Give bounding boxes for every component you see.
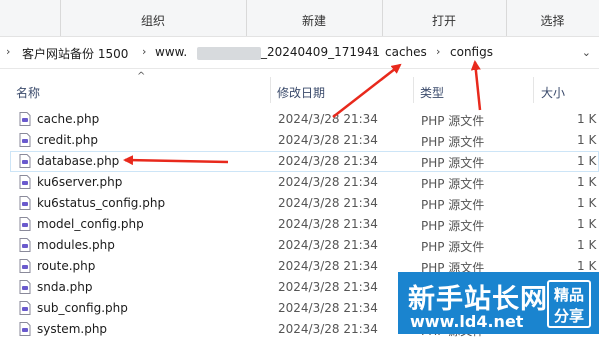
file-date: 2024/3/28 21:34 [278,217,378,231]
column-divider[interactable] [533,77,534,103]
file-date: 2024/3/28 21:34 [278,238,378,252]
column-header: ^ 名称 修改日期 类型 大小 [0,71,599,105]
php-file-icon [19,112,31,126]
breadcrumb-site-suffix[interactable]: _20240409_171941 [261,45,380,59]
table-row[interactable]: database.php 2024/3/28 21:34 PHP 源文件 1 K [10,151,599,172]
table-row[interactable]: credit.php 2024/3/28 21:34 PHP 源文件 1 K [10,130,599,151]
file-type: PHP 源文件 [421,219,485,233]
ribbon-label-new: 新建 [301,14,326,28]
file-name: modules.php [37,238,115,252]
watermark-badge-bottom: 分享 [553,307,584,325]
table-row[interactable]: ku6status_config.php 2024/3/28 21:34 PHP 源… [10,193,599,214]
address-bar[interactable]: › 客户网站备份 1500 › www. _20240409_171941 › … [0,37,599,69]
php-file-icon [19,301,31,315]
file-size: 1 K [577,133,597,147]
watermark-badge-top: 精品 [553,286,584,304]
breadcrumb-configs[interactable]: configs [450,45,493,59]
file-date: 2024/3/28 21:34 [278,259,378,273]
php-file-icon [19,154,31,168]
file-date: 2024/3/28 21:34 [278,112,378,126]
php-file-icon [19,217,31,231]
file-type: PHP 源文件 [421,198,485,212]
table-row[interactable]: ku6server.php 2024/3/28 21:34 PHP 源文件 1 K [10,172,599,193]
chevron-down-icon[interactable]: ⌄ [582,46,591,59]
table-row[interactable]: cache.php 2024/3/28 21:34 PHP 源文件 1 K [10,109,599,130]
file-size: 1 K [577,238,597,252]
file-name: cache.php [37,112,100,126]
breadcrumb-backup[interactable]: 客户网站备份 1500 [22,45,128,62]
file-type: PHP 源文件 [421,177,485,191]
file-size: 1 K [577,259,597,273]
file-date: 2024/3/28 21:34 [278,196,378,210]
table-row[interactable]: modules.php 2024/3/28 21:34 PHP 源文件 1 K [10,235,599,256]
file-name: ku6server.php [37,175,123,189]
chevron-right-icon[interactable]: › [6,45,10,58]
php-file-icon [19,259,31,273]
file-name: snda.php [37,280,93,294]
column-size[interactable]: 大小 [541,84,565,101]
ribbon-group-organize[interactable]: 组织 [60,0,247,36]
file-type: PHP 源文件 [421,135,485,149]
file-name: credit.php [37,133,98,147]
file-date: 2024/3/28 21:34 [278,133,378,147]
ribbon-label-organize: 组织 [140,14,165,28]
watermark-logo: 新手站长网 www.ld4.net 精品 分享 [398,272,599,334]
file-name: route.php [37,259,96,273]
file-type: PHP 源文件 [421,240,485,254]
file-name: database.php [37,154,120,168]
file-date: 2024/3/28 21:34 [278,301,378,315]
column-divider[interactable] [270,77,271,103]
column-date[interactable]: 修改日期 [277,84,325,101]
breadcrumb-caches[interactable]: caches [385,45,427,59]
column-type[interactable]: 类型 [420,84,444,101]
ribbon-label-select: 选择 [540,14,565,28]
chevron-right-icon[interactable]: › [372,45,376,58]
ribbon-label-open: 打开 [431,14,456,28]
ribbon-group-new[interactable]: 新建 [246,0,383,36]
file-size: 1 K [577,112,597,126]
file-size: 1 K [577,154,597,168]
file-date: 2024/3/28 21:34 [278,280,378,294]
file-size: 1 K [577,196,597,210]
file-name: model_config.php [37,217,144,231]
watermark-title: 新手站长网 [408,284,548,315]
file-size: 1 K [577,175,597,189]
file-date: 2024/3/28 21:34 [278,154,378,168]
breadcrumb-site-prefix[interactable]: www. [155,45,187,59]
table-row[interactable]: model_config.php 2024/3/28 21:34 PHP 源文件 1 … [10,214,599,235]
watermark-badge: 精品 分享 [547,280,591,328]
php-file-icon [19,133,31,147]
chevron-right-icon[interactable]: › [436,45,440,58]
column-name[interactable]: 名称 [16,84,40,101]
ribbon-group-left [0,0,61,36]
redacted-text [197,47,261,60]
php-file-icon [19,175,31,189]
chevron-right-icon[interactable]: › [142,45,146,58]
php-file-icon [19,238,31,252]
file-date: 2024/3/28 21:34 [278,175,378,189]
file-name: ku6status_config.php [37,196,166,210]
column-divider[interactable] [413,77,414,103]
watermark-url: www.ld4.net [410,312,524,331]
ribbon-group-select[interactable]: 选择 [506,0,599,36]
php-file-icon [19,196,31,210]
sort-ascending-icon: ^ [137,71,146,82]
file-type: PHP 源文件 [421,114,485,128]
file-type: PHP 源文件 [421,156,485,170]
file-size: 1 K [577,217,597,231]
ribbon: 组织 新建 打开 选择 [0,0,599,37]
file-name: sub_config.php [37,301,128,315]
php-file-icon [19,280,31,294]
ribbon-group-open[interactable]: 打开 [382,0,507,36]
